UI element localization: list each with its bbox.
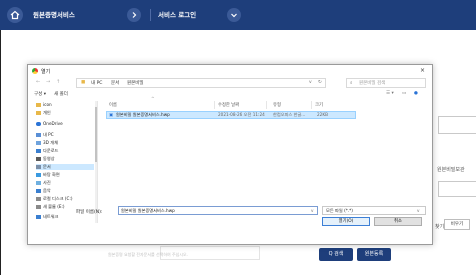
chevron-down-icon[interactable]	[227, 8, 241, 22]
sidebar-item[interactable]: icon	[36, 102, 52, 107]
organize-menu[interactable]: 구성 ▾	[34, 91, 46, 97]
picture-icon	[36, 181, 41, 185]
close-icon[interactable]: ×	[420, 67, 425, 74]
reset-button[interactable]: 비우기	[444, 219, 470, 230]
download-icon	[36, 149, 41, 153]
top-nav-bar: 원본증명서비스 서비스 로그인	[0, 0, 476, 30]
video-icon	[36, 157, 41, 161]
network-icon	[36, 215, 41, 219]
sidebar-item-onedrive[interactable]: OneDrive	[36, 121, 63, 126]
chevron-down-icon[interactable]: v	[309, 80, 312, 85]
login-label[interactable]: 서비스 로그인	[158, 9, 196, 21]
folder-icon	[36, 103, 41, 107]
file-date: 2021-08-26 오전 11:24	[218, 112, 265, 117]
column-divider	[311, 101, 312, 109]
side-label: 원본비밀보관	[437, 167, 465, 173]
sidebar-item[interactable]: 음악	[36, 188, 51, 194]
forward-arrow-icon[interactable]: →	[46, 79, 50, 85]
folder-icon: ■	[81, 80, 86, 85]
browse-button[interactable]: 찾기	[435, 223, 444, 230]
register-button[interactable]: 원본등록	[357, 248, 391, 261]
cancel-button[interactable]: 취소	[374, 217, 422, 226]
filename-label: 파일 이름(N):	[76, 210, 103, 215]
breadcrumb-item[interactable]: 내 PC	[91, 80, 102, 86]
back-arrow-icon[interactable]: ←	[36, 79, 40, 85]
chrome-icon	[32, 68, 38, 74]
up-arrow-icon[interactable]: ↑	[56, 79, 60, 85]
column-divider	[214, 101, 215, 109]
file-size: 22KB	[317, 112, 328, 117]
sidebar-item[interactable]: 다운로드	[36, 148, 58, 154]
search-placeholder: 원본비밀 검색	[359, 81, 386, 86]
navigation-pane: icon 개인 OneDrive 내 PC 3D 개체 다운로드 동영상 문서 …	[32, 101, 98, 223]
refresh-icon[interactable]: ↻	[318, 80, 322, 85]
disk-icon	[36, 197, 41, 201]
filename-input[interactable]: 원본비밀 원본증명서비스.hwp v	[118, 206, 318, 215]
sort-up-icon: ^	[151, 97, 155, 102]
column-header-type[interactable]: 유형	[273, 102, 281, 108]
nav-divider	[150, 9, 151, 21]
help-icon[interactable]: ●	[414, 91, 418, 96]
sidebar-item-documents[interactable]: 문서	[36, 164, 94, 170]
filetype-value: 모든 파일 (*.*)	[326, 208, 353, 213]
column-divider	[266, 101, 267, 109]
column-header-name[interactable]: 이름	[109, 102, 117, 108]
folder-search-input[interactable]: ⌕ 원본비밀 검색	[346, 78, 426, 88]
preview-pane-icon[interactable]: ▭	[402, 91, 406, 96]
computer-icon	[36, 133, 41, 137]
file-open-dialog: 열기 × ← → ↑ ■ 내 PC 문서 원본비밀 v ↻ ⌕ 원본비밀 검색 …	[27, 64, 433, 245]
filename-value: 원본비밀 원본증명서비스.hwp	[121, 208, 175, 213]
home-icon[interactable]	[7, 7, 23, 23]
chevron-down-icon: v	[417, 208, 420, 213]
cube-icon	[36, 141, 41, 145]
column-header-size[interactable]: 크기	[315, 102, 323, 108]
open-button[interactable]: 열기(O)	[322, 217, 370, 226]
sidebar-item[interactable]: 3D 개체	[36, 140, 58, 146]
sidebar-item[interactable]: 네트워크	[36, 214, 58, 220]
chevron-right-icon[interactable]	[127, 8, 141, 22]
hwp-file-icon: ▣	[109, 112, 113, 117]
address-row: ← → ↑ ■ 내 PC 문서 원본비밀 v ↻ ⌕ 원본비밀 검색	[28, 78, 432, 89]
sidebar-item[interactable]: 새 볼륨 (E:)	[36, 204, 65, 210]
file-type: 한컴오피스 한글...	[273, 112, 306, 117]
toolbar: 구성 ▾ 새 폴더 ☰ ▾ ▭ ●	[28, 90, 432, 99]
scrollbar-thumb[interactable]	[95, 107, 97, 162]
document-icon	[36, 165, 41, 169]
sidebar-scrollbar[interactable]	[95, 101, 97, 223]
page-edge-line	[0, 30, 1, 275]
folder-icon	[36, 111, 41, 115]
cloud-icon	[36, 122, 41, 126]
sidebar-item-this-pc[interactable]: 내 PC	[36, 132, 54, 138]
service-name[interactable]: 원본증명서비스	[33, 9, 75, 21]
sidebar-item[interactable]: 사진	[36, 180, 51, 186]
search-button[interactable]: Q 검색	[319, 248, 353, 261]
desktop-icon	[36, 173, 41, 177]
view-icon[interactable]: ☰ ▾	[386, 91, 394, 96]
search-icon: ⌕	[350, 81, 353, 86]
background-field[interactable]	[438, 116, 476, 134]
filetype-select[interactable]: 모든 파일 (*.*) v	[322, 206, 426, 215]
background-field[interactable]	[438, 181, 476, 197]
disk-icon	[36, 205, 41, 209]
sidebar-item[interactable]: 개인	[36, 110, 51, 116]
column-header-date[interactable]: 수정한 날짜	[218, 102, 239, 108]
new-folder-button[interactable]: 새 폴더	[54, 91, 68, 97]
address-bar[interactable]: ■ 내 PC 문서 원본비밀 v ↻	[76, 78, 326, 88]
breadcrumb-item[interactable]: 문서	[111, 80, 119, 86]
file-name[interactable]: 원본비밀 원본증명서비스.hwp	[116, 112, 170, 118]
sidebar-item[interactable]: 바탕 화면	[36, 172, 60, 178]
breadcrumb-item[interactable]: 원본비밀	[127, 80, 144, 86]
sidebar-item[interactable]: 로컬 디스크 (C:)	[36, 196, 73, 202]
chevron-down-icon[interactable]: v	[311, 208, 313, 213]
app-root: { "nav": { "service_name": "원본증명서비스", "l…	[0, 0, 476, 275]
file-placeholder: 원본증명 요청할 전자문서를 선택하여 주십시오.	[108, 252, 188, 257]
dialog-title: 열기	[41, 69, 51, 75]
music-icon	[36, 189, 41, 193]
sidebar-item[interactable]: 동영상	[36, 156, 55, 162]
